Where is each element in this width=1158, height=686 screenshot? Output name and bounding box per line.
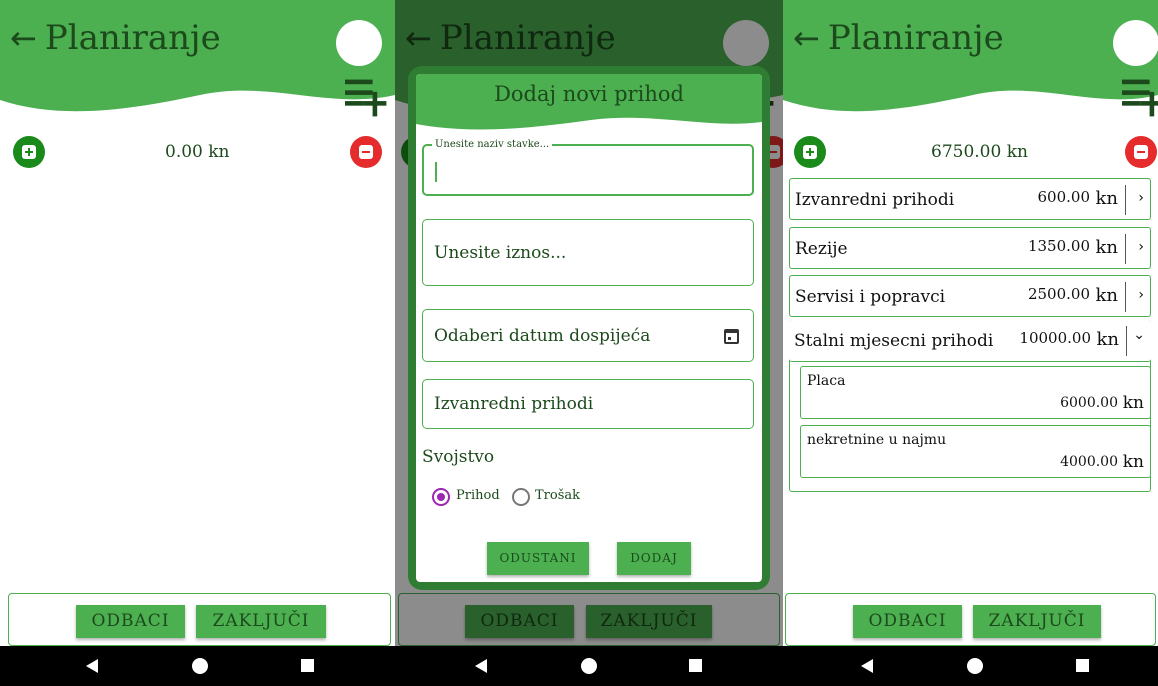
page-title: ← Planiranje bbox=[793, 18, 1004, 58]
add-list-button[interactable] bbox=[1113, 20, 1158, 117]
nav-home-icon[interactable] bbox=[192, 658, 208, 674]
header: ← Planiranje bbox=[0, 0, 395, 132]
nav-recents-icon[interactable] bbox=[301, 659, 314, 672]
screen-empty-plan: ← Planiranje 0.00 kn ODBACI ZAKLJUČI bbox=[0, 0, 395, 686]
finish-button[interactable]: ZAKLJUČI bbox=[973, 605, 1101, 638]
plus-icon bbox=[803, 145, 817, 159]
screen-plan-list: ← Planiranje 6750.00 kn Izvanredni prihod… bbox=[783, 0, 1158, 686]
sub-list-item[interactable]: nekretnine u najmu 4000.00 kn bbox=[800, 425, 1151, 478]
dialog-body: Dodaj novi prihod Unesite naziv stavke..… bbox=[416, 74, 762, 582]
screen-add-income-dialog: ← Planiranje ODBACI ZAKLJUČI Dodaj novi p… bbox=[395, 0, 783, 686]
sub-item-name: nekretnine u najmu bbox=[807, 432, 947, 448]
item-name: Rezije bbox=[795, 239, 848, 259]
category-value: Izvanredni prihodi bbox=[434, 394, 594, 414]
amount-placeholder: Unesite iznos... bbox=[434, 243, 567, 263]
minus-icon bbox=[1134, 145, 1148, 159]
property-label: Svojstvo bbox=[422, 447, 495, 467]
nav-recents-icon[interactable] bbox=[1076, 659, 1089, 672]
bottom-action-bar: ODBACI ZAKLJUČI bbox=[8, 593, 391, 646]
item-unit: kn bbox=[1095, 188, 1119, 209]
android-nav-bar bbox=[783, 646, 1158, 686]
amount-field[interactable]: Unesite iznos... bbox=[422, 219, 754, 286]
nav-home-icon[interactable] bbox=[967, 658, 983, 674]
nav-back-icon[interactable] bbox=[475, 659, 487, 673]
bottom-action-bar: ODBACI ZAKLJUČI bbox=[785, 593, 1156, 646]
category-select[interactable]: Izvanredni prihodi bbox=[422, 379, 754, 429]
item-name: Izvanredni prihodi bbox=[795, 190, 955, 210]
add-list-button[interactable] bbox=[336, 20, 387, 117]
due-date-field[interactable]: Odaberi datum dospijeća bbox=[422, 309, 754, 362]
total-amount: 6750.00 kn bbox=[931, 142, 1028, 162]
chevron-down-icon[interactable]: ⌄ bbox=[1133, 327, 1145, 343]
android-nav-bar bbox=[0, 646, 395, 686]
sub-item-unit: kn bbox=[1122, 393, 1144, 413]
cancel-button[interactable]: ODUSTANI bbox=[487, 542, 589, 575]
item-name: Stalni mjesecni prihodi bbox=[794, 331, 994, 351]
add-button[interactable]: DODAJ bbox=[617, 542, 691, 575]
sub-list-item[interactable]: Placa 6000.00 kn bbox=[800, 366, 1151, 419]
item-value: 1350.00 bbox=[1027, 237, 1090, 255]
radio-income[interactable] bbox=[432, 488, 450, 506]
dialog-header: Dodaj novi prihod bbox=[416, 74, 762, 136]
chevron-right-icon[interactable]: › bbox=[1138, 190, 1144, 206]
back-arrow-icon[interactable]: ← bbox=[10, 19, 37, 57]
remove-button[interactable] bbox=[1125, 136, 1157, 168]
item-value: 2500.00 bbox=[1027, 285, 1090, 303]
item-name-label: Unesite naziv stavke... bbox=[432, 139, 553, 150]
list-item[interactable]: Izvanredni prihodi 600.00 kn › bbox=[789, 178, 1151, 220]
add-income-button[interactable] bbox=[13, 136, 45, 168]
calendar-icon[interactable] bbox=[724, 329, 739, 344]
chevron-right-icon[interactable]: › bbox=[1138, 239, 1144, 255]
total-amount: 0.00 kn bbox=[165, 142, 230, 162]
title-text: Planiranje bbox=[827, 18, 1004, 58]
item-value: 10000.00 bbox=[1019, 329, 1091, 347]
item-unit: kn bbox=[1096, 329, 1120, 350]
divider bbox=[1126, 326, 1127, 356]
due-date-placeholder: Odaberi datum dospijeća bbox=[434, 326, 651, 346]
radio-expense-label[interactable]: Trošak bbox=[535, 488, 580, 503]
discard-button[interactable]: ODBACI bbox=[76, 605, 185, 638]
divider bbox=[1125, 282, 1126, 312]
nav-home-icon[interactable] bbox=[581, 658, 597, 674]
expanded-group: Stalni mjesecni prihodi 10000.00 kn ⌄ Pl… bbox=[789, 320, 1151, 492]
add-income-dialog: Dodaj novi prihod Unesite naziv stavke..… bbox=[408, 66, 770, 590]
nav-back-icon[interactable] bbox=[861, 659, 873, 673]
list-item[interactable]: Servisi i popravci 2500.00 kn › bbox=[789, 275, 1151, 317]
chevron-right-icon[interactable]: › bbox=[1138, 287, 1144, 303]
item-value: 600.00 bbox=[1037, 188, 1091, 206]
radio-income-label[interactable]: Prihod bbox=[456, 488, 500, 503]
divider bbox=[1125, 185, 1126, 215]
item-unit: kn bbox=[1095, 237, 1119, 258]
sub-item-value: 4000.00 bbox=[1060, 454, 1118, 470]
back-arrow-icon[interactable]: ← bbox=[793, 19, 820, 57]
discard-button[interactable]: ODBACI bbox=[853, 605, 962, 638]
android-nav-bar bbox=[395, 646, 783, 686]
divider bbox=[1125, 234, 1126, 264]
dialog-title: Dodaj novi prihod bbox=[494, 82, 684, 106]
header: ← Planiranje bbox=[783, 0, 1158, 132]
sub-item-name: Placa bbox=[807, 373, 846, 389]
sub-item-value: 6000.00 bbox=[1060, 395, 1118, 411]
finish-button[interactable]: ZAKLJUČI bbox=[196, 605, 326, 638]
remove-button[interactable] bbox=[350, 136, 382, 168]
sub-item-unit: kn bbox=[1122, 452, 1144, 472]
nav-recents-icon[interactable] bbox=[689, 659, 702, 672]
plus-icon bbox=[22, 145, 36, 159]
radio-expense[interactable] bbox=[512, 488, 530, 506]
minus-icon bbox=[359, 145, 373, 159]
text-cursor bbox=[435, 162, 437, 182]
title-text: Planiranje bbox=[44, 18, 221, 58]
list-item[interactable]: Rezije 1350.00 kn › bbox=[789, 227, 1151, 269]
add-income-button[interactable] bbox=[794, 136, 826, 168]
item-unit: kn bbox=[1095, 285, 1119, 306]
list-item-expanded[interactable]: Stalni mjesecni prihodi 10000.00 kn ⌄ bbox=[789, 320, 1151, 362]
item-name: Servisi i popravci bbox=[795, 287, 946, 307]
page-title: ← Planiranje bbox=[10, 18, 221, 58]
item-name-field[interactable]: Unesite naziv stavke... bbox=[422, 139, 754, 196]
nav-back-icon[interactable] bbox=[86, 659, 98, 673]
